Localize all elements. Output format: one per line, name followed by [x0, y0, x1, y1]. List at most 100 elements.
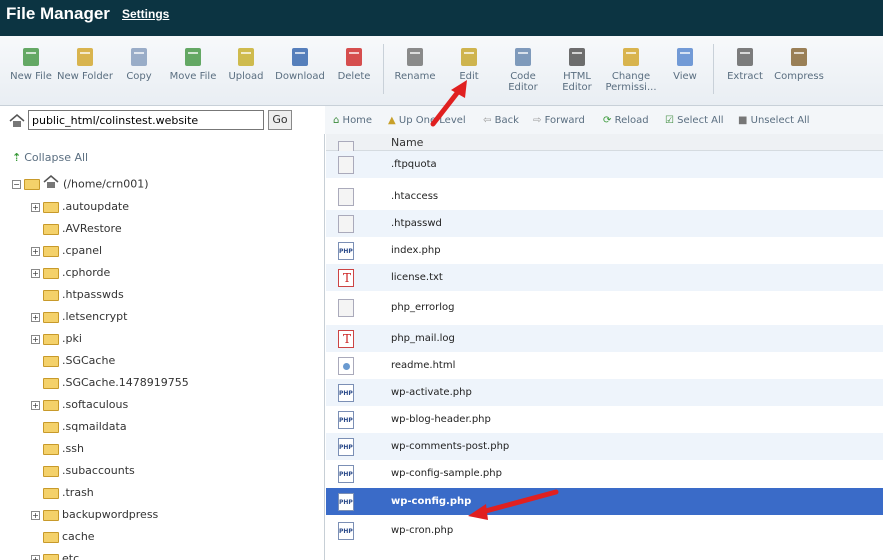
- folder-icon: [43, 377, 59, 389]
- column-header-name[interactable]: Name: [326, 134, 883, 151]
- folder-open-icon: [24, 179, 40, 190]
- toolbar-move-file-button[interactable]: Move File: [165, 46, 221, 82]
- file-icon: [338, 384, 354, 402]
- top-bar: File Manager Settings: [0, 0, 883, 36]
- table-row[interactable]: readme.html: [326, 352, 883, 379]
- toolbar-code-editor-button[interactable]: Code Editor: [495, 46, 551, 93]
- toolbar-label: Move File: [169, 71, 217, 82]
- settings-link[interactable]: Settings: [122, 7, 169, 21]
- expand-icon[interactable]: +: [31, 334, 40, 344]
- select-all-button[interactable]: ☑ Select All: [665, 115, 724, 126]
- file-icon: [338, 299, 354, 317]
- go-button[interactable]: Go: [268, 110, 292, 130]
- table-row[interactable]: license.txt: [326, 264, 883, 291]
- toolbar-download-button[interactable]: Download: [272, 46, 328, 82]
- file-name: index.php: [391, 245, 441, 256]
- toolbar: New File New Folder Copy Move File Upload Dow…: [0, 36, 883, 106]
- unselect-all-button[interactable]: ■ Unselect All: [738, 115, 810, 126]
- tree-root[interactable]: − (/home/crn001): [12, 175, 149, 191]
- expand-icon[interactable]: +: [31, 510, 40, 520]
- tree-folder[interactable]: + .cphorde: [31, 265, 110, 281]
- file-name: license.txt: [391, 272, 443, 283]
- forward-button[interactable]: ⇨ Forward: [533, 115, 585, 126]
- table-row[interactable]: index.php: [326, 237, 883, 264]
- toolbar-new-folder-button[interactable]: New Folder: [57, 46, 113, 82]
- table-row[interactable]: php_mail.log: [326, 325, 883, 352]
- tree-folder[interactable]: .ssh: [31, 441, 84, 457]
- navigation-bar: ⌂ Home ▲ Up One Level ⇦ Back ⇨ Forward ⟳…: [325, 106, 883, 134]
- toolbar-extract-button[interactable]: Extract: [717, 46, 773, 82]
- collapse-all-button[interactable]: ⇡ Collapse All: [12, 151, 88, 164]
- file-list: Name .ftpquota .htaccess .htpasswd index.ph…: [326, 134, 883, 560]
- table-row[interactable]: wp-config.php: [326, 488, 883, 515]
- file-name: readme.html: [391, 360, 456, 371]
- file-icon: [338, 242, 354, 260]
- tree-folder[interactable]: + backupwordpress: [31, 507, 158, 523]
- path-bar: Go: [0, 106, 325, 134]
- tree-folder[interactable]: .trash: [31, 485, 94, 501]
- home-button[interactable]: ⌂ Home: [333, 115, 372, 126]
- tree-folder[interactable]: + .cpanel: [31, 243, 102, 259]
- table-row[interactable]: wp-comments-post.php: [326, 433, 883, 460]
- toolbar-edit-button[interactable]: Edit: [441, 46, 497, 82]
- toolbar-permissions-button[interactable]: Change Permissi...: [603, 46, 659, 93]
- table-row[interactable]: .htaccess: [326, 183, 883, 210]
- table-row[interactable]: php_errorlog: [326, 294, 883, 321]
- table-row[interactable]: wp-config-sample.php: [326, 460, 883, 487]
- back-button[interactable]: ⇦ Back: [483, 115, 519, 126]
- toolbar-delete-button[interactable]: Delete: [326, 46, 382, 82]
- folder-icon: [43, 201, 59, 213]
- tree-folder[interactable]: + .softaculous: [31, 397, 128, 413]
- home-icon: [43, 175, 59, 194]
- folder-icon: [43, 487, 59, 499]
- up-folder-icon: ▲: [388, 115, 396, 126]
- expand-icon[interactable]: +: [31, 268, 40, 278]
- tree-folder[interactable]: .SGCache: [31, 353, 115, 369]
- toolbar-view-button[interactable]: View: [657, 46, 713, 82]
- reload-icon: ⟳: [603, 115, 612, 126]
- toolbar-label: Delete: [337, 71, 371, 82]
- expand-icon[interactable]: +: [31, 312, 40, 322]
- tree-folder[interactable]: + etc: [31, 551, 79, 560]
- code-editor-icon: [512, 46, 534, 68]
- file-icon: [338, 465, 354, 483]
- path-input[interactable]: [28, 110, 264, 130]
- table-row[interactable]: wp-activate.php: [326, 379, 883, 406]
- tree-folder[interactable]: cache: [31, 529, 95, 545]
- reload-button[interactable]: ⟳ Reload: [603, 115, 649, 126]
- toolbar-rename-button[interactable]: Rename: [387, 46, 443, 82]
- tree-folder[interactable]: + .autoupdate: [31, 199, 129, 215]
- tree-folder[interactable]: .htpasswds: [31, 287, 124, 303]
- toolbar-new-file-button[interactable]: New File: [3, 46, 59, 82]
- collapse-icon: ⇡: [12, 151, 22, 164]
- tree-folder[interactable]: .subaccounts: [31, 463, 135, 479]
- expand-icon[interactable]: +: [31, 554, 40, 560]
- expand-icon[interactable]: +: [31, 202, 40, 212]
- toolbar-html-editor-button[interactable]: HTML Editor: [549, 46, 605, 93]
- file-icon: [338, 215, 354, 233]
- file-name: php_errorlog: [391, 302, 455, 313]
- tree-folder[interactable]: .AVRestore: [31, 221, 122, 237]
- expand-icon[interactable]: +: [31, 246, 40, 256]
- table-row[interactable]: .ftpquota: [326, 151, 883, 178]
- toolbar-upload-button[interactable]: Upload: [218, 46, 274, 82]
- toolbar-compress-button[interactable]: Compress: [771, 46, 827, 82]
- tree-folder[interactable]: + .letsencrypt: [31, 309, 127, 325]
- file-name: .ftpquota: [391, 159, 437, 170]
- view-icon: [674, 46, 696, 68]
- tree-folder[interactable]: .SGCache.1478919755: [31, 375, 189, 391]
- html-editor-icon: [566, 46, 588, 68]
- folder-icon: [43, 421, 59, 433]
- table-row[interactable]: wp-blog-header.php: [326, 406, 883, 433]
- expand-icon[interactable]: +: [31, 400, 40, 410]
- table-row[interactable]: .htpasswd: [326, 210, 883, 237]
- tree-folder[interactable]: + .pki: [31, 331, 82, 347]
- tree-folder[interactable]: .sqmaildata: [31, 419, 127, 435]
- table-row[interactable]: wp-cron.php: [326, 517, 883, 544]
- toolbar-label: View: [673, 71, 697, 82]
- download-icon: [289, 46, 311, 68]
- file-icon: [338, 438, 354, 456]
- toolbar-copy-button[interactable]: Copy: [111, 46, 167, 82]
- file-icon: [338, 188, 354, 206]
- up-one-level-button[interactable]: ▲ Up One Level: [388, 115, 466, 126]
